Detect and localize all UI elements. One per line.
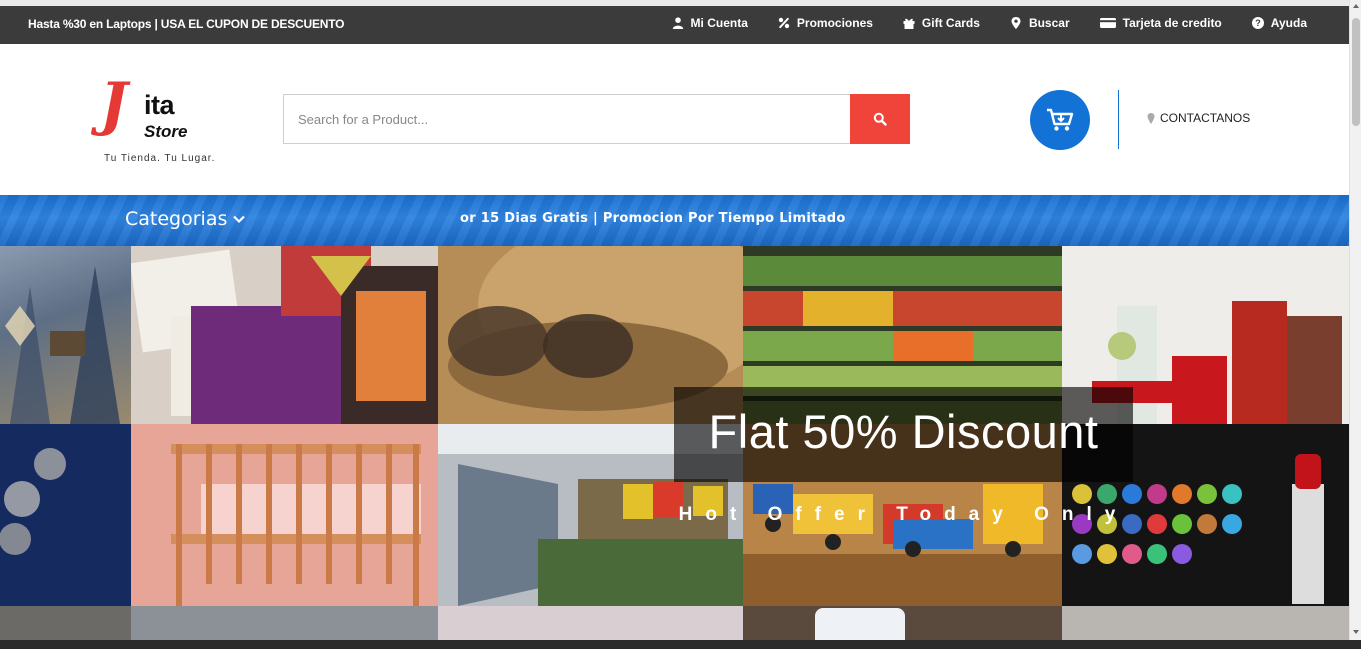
collage-tile-crib	[131, 424, 438, 606]
categories-label: Categorias	[125, 208, 228, 230]
scroll-thumb[interactable]	[1352, 18, 1360, 126]
search-bar	[283, 94, 910, 144]
header-divider	[1118, 90, 1119, 149]
contact-link[interactable]: CONTACTANOS	[1147, 111, 1250, 125]
store-logo[interactable]: J ita Store Tu Tienda. Tu Lugar.	[100, 74, 220, 170]
search-button[interactable]	[850, 94, 910, 144]
help-icon: ?	[1251, 17, 1264, 29]
map-marker-icon	[1011, 17, 1021, 29]
svg-text:?: ?	[1255, 18, 1261, 28]
promo-marquee: or 15 Dias Gratis | Promocion Por Tiempo…	[460, 211, 846, 226]
collage-tile-jewelry	[0, 424, 131, 606]
logo-word: ita	[144, 90, 175, 120]
user-icon	[672, 17, 683, 29]
collage-tile-flowers	[438, 606, 743, 640]
hero-banner[interactable]: Flat 50% Discount Hot Offer Today Only	[0, 246, 1349, 640]
top-bar: Hasta %30 en Laptops | USA EL CUPON DE D…	[0, 6, 1349, 44]
top-link-label: Tarjeta de credito	[1122, 16, 1222, 30]
collage-tile-kitchen	[1062, 606, 1349, 640]
categories-dropdown[interactable]: Categorias	[125, 208, 246, 230]
main-nav: Categorias or 15 Dias Gratis | Promocion…	[0, 195, 1349, 246]
percent-icon	[778, 17, 790, 29]
credit-card-icon	[1099, 18, 1116, 28]
top-link-label: Ayuda	[1270, 16, 1307, 30]
search-icon	[873, 112, 887, 126]
top-link-buscar[interactable]: Buscar	[1010, 16, 1070, 30]
contact-label: CONTACTANOS	[1160, 111, 1251, 125]
collage-tile-bags	[131, 246, 438, 424]
top-link-label: Gift Cards	[921, 16, 980, 30]
logo-tagline: Tu Tienda. Tu Lugar.	[104, 153, 216, 164]
collage-tile-clock	[0, 606, 131, 640]
map-marker-icon	[1147, 112, 1155, 124]
scroll-up-arrow-icon[interactable]	[1353, 4, 1359, 8]
top-link-promociones[interactable]: Promociones	[778, 16, 873, 30]
hero-title: Flat 50% Discount	[708, 405, 1099, 458]
logo-letter: J	[100, 70, 128, 138]
phone-shape	[815, 608, 905, 640]
top-link-tarjeta[interactable]: Tarjeta de credito	[1099, 16, 1222, 30]
top-link-mi-cuenta[interactable]: Mi Cuenta	[672, 16, 748, 30]
cart-icon	[1047, 108, 1074, 131]
cart-button[interactable]	[1030, 90, 1090, 150]
logo-sub: Store	[144, 122, 188, 141]
top-links: Mi Cuenta Promociones Gift Cards Buscar …	[672, 16, 1307, 30]
promo-text: Hasta %30 en Laptops | USA EL CUPON DE D…	[28, 17, 345, 31]
hero-subtitle: Hot Offer Today Only	[678, 504, 1129, 525]
top-link-label: Buscar	[1028, 16, 1070, 30]
page: Hasta %30 en Laptops | USA EL CUPON DE D…	[0, 0, 1361, 649]
top-link-gift-cards[interactable]: Gift Cards	[903, 16, 980, 30]
chevron-down-icon	[233, 215, 246, 223]
page-scrollbar[interactable]	[1349, 0, 1361, 640]
collage-tile-tools	[131, 606, 438, 640]
top-link-label: Promociones	[796, 16, 873, 30]
top-link-label: Mi Cuenta	[690, 16, 748, 30]
collage-tile-phone	[743, 606, 1062, 640]
gift-icon	[903, 18, 915, 29]
collage-tile-souvenirs	[0, 246, 131, 424]
top-link-ayuda[interactable]: ? Ayuda	[1251, 16, 1307, 30]
scroll-down-arrow-icon[interactable]	[1353, 630, 1359, 634]
header: J ita Store Tu Tienda. Tu Lugar. CONTACT…	[0, 44, 1349, 195]
taskbar-strip	[0, 640, 1361, 649]
search-input[interactable]	[284, 95, 851, 143]
